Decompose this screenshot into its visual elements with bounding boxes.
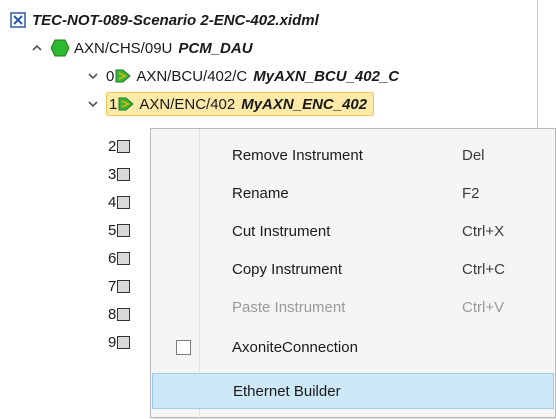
green-hexagon-chassis-icon — [50, 39, 70, 57]
menu-item-label: AxoniteConnection — [232, 338, 358, 356]
xidml-file-icon — [10, 12, 26, 28]
menu-item-label: Paste Instrument — [232, 298, 346, 316]
menu-item-copy-instrument[interactable]: Copy Instrument Ctrl+C — [152, 251, 554, 287]
tree-slot-row[interactable]: 6 — [108, 246, 131, 270]
tree-slot-row[interactable]: 9 — [108, 330, 131, 354]
tree-slot-row[interactable]: 2 — [108, 134, 131, 158]
selection-highlight: 1 AXN/ENC/402 MyAXN_ENC_402 — [106, 92, 375, 116]
empty-slot-icon — [117, 195, 131, 209]
module-name: AXN/ENC/402 — [139, 95, 236, 113]
tree-chassis-row[interactable]: AXN/CHS/09U PCM_DAU — [30, 36, 253, 60]
chevron-down-icon[interactable] — [86, 97, 100, 111]
tree-module-row[interactable]: 0 AXN/BCU/402/C MyAXN_BCU_402_C — [86, 64, 399, 88]
menu-item-label: Remove Instrument — [232, 146, 363, 164]
tree-root-label: TEC-NOT-089-Scenario 2-ENC-402.xidml — [32, 11, 319, 29]
context-menu: Remove Instrument Del Rename F2 Cut Inst… — [150, 128, 556, 419]
tree-slot-row[interactable]: 4 — [108, 190, 131, 214]
tree-slot-row[interactable]: 3 — [108, 162, 131, 186]
tree-module-row-selected[interactable]: 1 AXN/ENC/402 MyAXN_ENC_402 — [86, 92, 375, 116]
tree-slot-row[interactable]: 5 — [108, 218, 131, 242]
chassis-name: AXN/CHS/09U — [74, 39, 173, 57]
empty-slot-icon — [117, 307, 131, 321]
menu-item-shortcut: Ctrl+X — [462, 222, 505, 240]
tree-slot-row[interactable]: 8 — [108, 302, 131, 326]
module-alias: MyAXN_BCU_402_C — [253, 67, 400, 85]
slot-index: 2 — [108, 137, 117, 155]
menu-item-paste-instrument[interactable]: Paste Instrument Ctrl+V — [152, 289, 554, 325]
green-module-icon — [118, 97, 135, 111]
empty-slot-icon — [117, 279, 131, 293]
menu-item-shortcut: F2 — [462, 184, 480, 202]
checkbox-icon[interactable] — [176, 339, 191, 355]
slot-index: 6 — [108, 249, 117, 267]
module-index: 0 — [106, 67, 115, 85]
menu-item-axonite-connection[interactable]: AxoniteConnection — [152, 329, 554, 365]
menu-item-rename[interactable]: Rename F2 — [152, 175, 554, 211]
menu-item-label: Copy Instrument — [232, 260, 343, 278]
slot-index: 5 — [108, 221, 117, 239]
module-name: AXN/BCU/402/C — [136, 67, 248, 85]
tree-slot-row[interactable]: 7 — [108, 274, 131, 298]
menu-item-shortcut: Ctrl+C — [462, 260, 505, 278]
slot-index: 9 — [108, 333, 117, 351]
module-alias: MyAXN_ENC_402 — [241, 95, 368, 113]
empty-slot-icon — [117, 251, 131, 265]
menu-item-ethernet-builder[interactable]: Ethernet Builder — [152, 373, 554, 409]
menu-item-label: Ethernet Builder — [233, 382, 341, 400]
menu-item-shortcut: Del — [462, 146, 485, 164]
tree-root-row[interactable]: TEC-NOT-089-Scenario 2-ENC-402.xidml — [10, 8, 319, 32]
slot-index: 4 — [108, 193, 117, 211]
menu-item-cut-instrument[interactable]: Cut Instrument Ctrl+X — [152, 213, 554, 249]
menu-item-label: Rename — [232, 184, 289, 202]
empty-slot-icon — [117, 139, 131, 153]
menu-item-shortcut: Ctrl+V — [462, 298, 505, 316]
module-index: 1 — [109, 95, 118, 113]
chevron-up-icon[interactable] — [30, 41, 44, 55]
chassis-alias: PCM_DAU — [178, 39, 253, 57]
menu-item-label: Cut Instrument — [232, 222, 331, 240]
slot-index: 8 — [108, 305, 117, 323]
chevron-down-icon[interactable] — [86, 69, 100, 83]
empty-slot-icon — [117, 223, 131, 237]
menu-item-remove-instrument[interactable]: Remove Instrument Del — [152, 137, 554, 173]
green-module-icon — [115, 69, 132, 83]
slot-index: 7 — [108, 277, 117, 295]
empty-slot-icon — [117, 167, 131, 181]
slot-index: 3 — [108, 165, 117, 183]
empty-slot-icon — [117, 335, 131, 349]
